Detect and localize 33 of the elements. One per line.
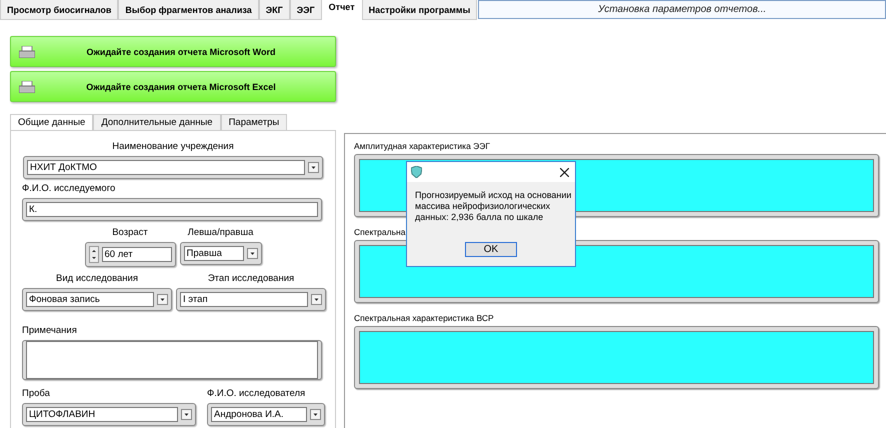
dropdown[interactable]: Правша xyxy=(180,242,262,265)
field-label: Проба xyxy=(22,388,50,399)
chart-title: Спектральна xyxy=(354,227,406,237)
field-label: Наименование учреждения xyxy=(112,141,234,152)
report-button[interactable]: Ожидайте создания отчета Microsoft Excel xyxy=(10,71,336,102)
sub-tab[interactable]: Общие данные xyxy=(10,114,94,130)
ok-button[interactable]: OK xyxy=(465,242,517,257)
dialog-message: Прогнозируемый исход на основании массива нейрофизиологических данных: 2,936 балла по шкале xyxy=(415,190,572,223)
text-field[interactable]: К. xyxy=(22,198,322,221)
dropdown[interactable]: Фоновая запись xyxy=(22,288,172,311)
sub-tab[interactable]: Дополнительные данные xyxy=(93,114,221,130)
field-label: Этап исследования xyxy=(208,273,294,284)
field-label: Левша/правша xyxy=(188,227,254,238)
field-label: Ф.И.О. исследуемого xyxy=(22,183,116,194)
field-label: Вид исследования xyxy=(56,273,138,284)
dropdown[interactable]: НХИТ ДоКТМО xyxy=(23,156,323,179)
field-label: Возраст xyxy=(112,227,148,238)
main-tab[interactable]: Выбор фрагментов анализа xyxy=(118,0,259,20)
main-tab[interactable]: ЭКГ xyxy=(258,0,290,20)
dropdown[interactable]: Андронова И.А. xyxy=(207,403,325,426)
chart-title: Амплитудная характеристика ЭЭГ xyxy=(354,141,491,151)
sub-tab[interactable]: Параметры xyxy=(220,114,288,130)
dropdown[interactable]: I этап xyxy=(176,288,326,311)
main-tab[interactable]: Просмотр биосигналов xyxy=(0,0,118,20)
status-field: Установка параметров отчетов... xyxy=(478,0,886,19)
report-button[interactable]: Ожидайте создания отчета Microsoft Word xyxy=(10,36,336,67)
spinner-field[interactable]: 60 лет xyxy=(84,242,176,267)
main-tab[interactable]: Настройки программы xyxy=(362,0,478,20)
dropdown[interactable]: ЦИТОФЛАВИН xyxy=(22,403,196,426)
field-label: Примечания xyxy=(22,325,77,336)
chart-title: Спектральная характеристика ВСР xyxy=(354,313,495,323)
field-label: Ф.И.О. исследователя xyxy=(207,388,306,399)
main-tab[interactable]: ЭЭГ xyxy=(290,0,322,20)
